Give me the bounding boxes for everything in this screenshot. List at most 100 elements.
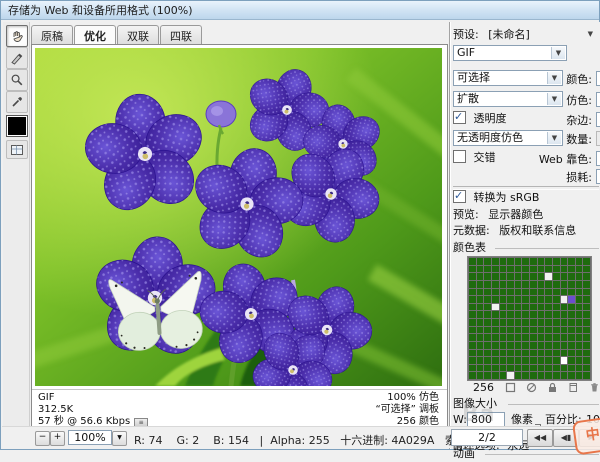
color-swatch[interactable] — [530, 357, 537, 364]
color-swatch[interactable] — [553, 289, 560, 296]
color-swatch[interactable] — [515, 319, 522, 326]
color-swatch[interactable] — [515, 296, 522, 303]
color-swatch[interactable] — [500, 350, 507, 357]
color-swatch[interactable] — [492, 289, 499, 296]
color-swatch[interactable] — [469, 327, 476, 334]
color-swatch[interactable] — [507, 296, 514, 303]
color-swatch[interactable] — [522, 342, 529, 349]
color-swatch[interactable] — [484, 319, 491, 326]
color-swatch[interactable] — [469, 350, 476, 357]
color-swatch[interactable] — [507, 258, 514, 265]
color-swatch[interactable] — [568, 311, 575, 318]
color-swatch[interactable] — [492, 273, 499, 280]
color-swatch[interactable] — [469, 334, 476, 341]
color-swatch[interactable] — [522, 357, 529, 364]
color-swatch[interactable] — [522, 365, 529, 372]
transparency-checkbox[interactable] — [453, 111, 466, 124]
color-swatch[interactable] — [492, 311, 499, 318]
color-swatch[interactable] — [530, 304, 537, 311]
color-swatch[interactable] — [576, 289, 583, 296]
color-swatch[interactable] — [561, 273, 568, 280]
color-swatch[interactable] — [522, 266, 529, 273]
color-swatch[interactable] — [492, 342, 499, 349]
color-swatch[interactable] — [545, 357, 552, 364]
color-swatch[interactable] — [515, 281, 522, 288]
color-swatch[interactable] — [576, 311, 583, 318]
color-swatch[interactable] — [583, 342, 590, 349]
color-swatch[interactable] — [515, 372, 522, 379]
color-swatch[interactable] — [576, 319, 583, 326]
color-swatch[interactable] — [553, 304, 560, 311]
preview-value[interactable]: 显示器颜色 — [488, 208, 543, 221]
color-swatch[interactable] — [583, 289, 590, 296]
color-swatch[interactable] — [484, 350, 491, 357]
color-swatch[interactable] — [469, 258, 476, 265]
color-swatch[interactable] — [545, 319, 552, 326]
srgb-checkbox[interactable] — [453, 190, 466, 203]
color-swatch[interactable] — [568, 296, 575, 303]
color-swatch[interactable] — [515, 327, 522, 334]
color-swatch[interactable] — [553, 319, 560, 326]
color-swatch[interactable] — [492, 281, 499, 288]
color-swatch[interactable] — [553, 357, 560, 364]
color-swatch[interactable] — [515, 311, 522, 318]
color-swatch[interactable] — [583, 365, 590, 372]
color-swatch[interactable] — [469, 311, 476, 318]
color-swatch[interactable] — [492, 365, 499, 372]
color-swatch[interactable] — [568, 319, 575, 326]
color-swatch[interactable] — [538, 365, 545, 372]
color-swatch[interactable] — [583, 266, 590, 273]
color-swatch[interactable] — [561, 327, 568, 334]
color-swatch[interactable] — [553, 342, 560, 349]
color-reduction-select[interactable]: 可选择▼ — [453, 70, 563, 86]
color-swatch[interactable] — [515, 350, 522, 357]
color-swatch[interactable] — [530, 327, 537, 334]
interlace-checkbox[interactable] — [453, 150, 466, 163]
color-swatch[interactable] — [545, 365, 552, 372]
color-swatch[interactable] — [545, 327, 552, 334]
color-swatch[interactable] — [469, 281, 476, 288]
color-swatch[interactable] — [522, 372, 529, 379]
zoom-level-field[interactable]: 100% — [68, 430, 112, 445]
color-swatch[interactable] — [561, 372, 568, 379]
color-swatch[interactable] — [576, 365, 583, 372]
color-swatch[interactable] — [545, 311, 552, 318]
color-swatch[interactable] — [484, 304, 491, 311]
color-swatch[interactable] — [538, 350, 545, 357]
color-swatch[interactable] — [522, 273, 529, 280]
color-swatch[interactable] — [538, 327, 545, 334]
color-swatch[interactable] — [507, 350, 514, 357]
color-swatch[interactable] — [576, 334, 583, 341]
color-swatch[interactable] — [484, 296, 491, 303]
color-swatch[interactable] — [538, 311, 545, 318]
color-swatch[interactable] — [568, 372, 575, 379]
color-swatch[interactable] — [568, 350, 575, 357]
color-swatch[interactable] — [492, 334, 499, 341]
color-swatch[interactable] — [484, 258, 491, 265]
color-swatch[interactable] — [568, 304, 575, 311]
color-swatch[interactable] — [515, 304, 522, 311]
color-swatch[interactable] — [500, 304, 507, 311]
color-swatch[interactable] — [500, 365, 507, 372]
color-swatch[interactable] — [492, 258, 499, 265]
color-swatch[interactable] — [545, 273, 552, 280]
color-swatch[interactable] — [553, 372, 560, 379]
color-swatch[interactable] — [583, 304, 590, 311]
color-swatch[interactable] — [500, 281, 507, 288]
tab-optimized[interactable]: 优化 — [74, 25, 116, 44]
websnap-field[interactable]: 0% — [596, 151, 600, 166]
color-swatch[interactable] — [553, 258, 560, 265]
color-swatch[interactable] — [507, 334, 514, 341]
color-swatch[interactable] — [538, 357, 545, 364]
color-swatch[interactable] — [477, 350, 484, 357]
preview-image[interactable] — [35, 48, 442, 386]
color-swatch[interactable] — [576, 296, 583, 303]
color-swatch[interactable] — [484, 289, 491, 296]
color-swatch[interactable] — [530, 342, 537, 349]
color-swatch[interactable] — [484, 273, 491, 280]
color-swatch[interactable] — [500, 296, 507, 303]
color-swatch[interactable] — [500, 327, 507, 334]
color-swatch[interactable] — [553, 273, 560, 280]
color-swatch[interactable] — [477, 327, 484, 334]
color-swatch[interactable] — [583, 372, 590, 379]
